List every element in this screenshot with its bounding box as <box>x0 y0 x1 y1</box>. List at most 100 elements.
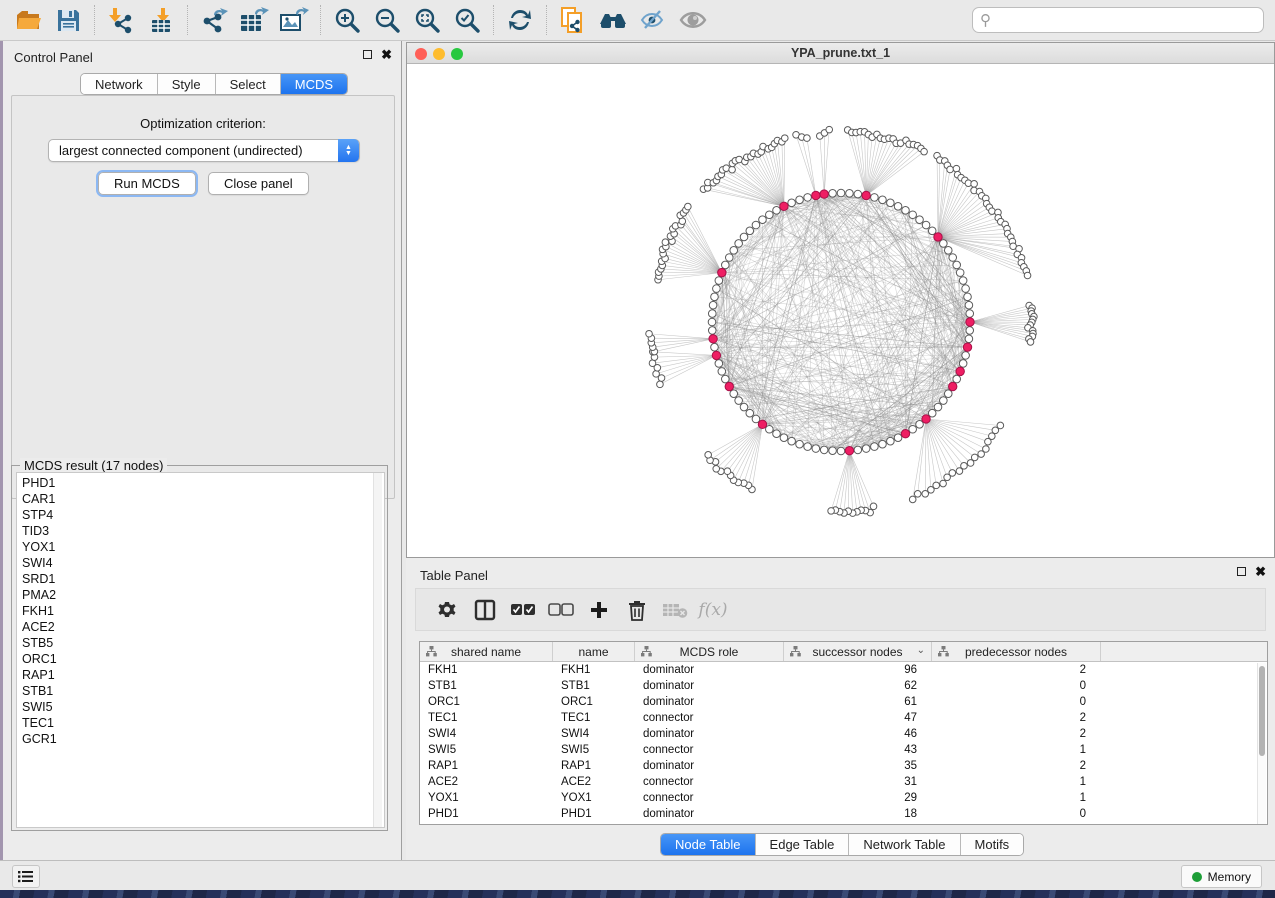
network-canvas-svg[interactable] <box>407 64 1274 557</box>
hide-graphics-icon[interactable] <box>638 5 668 35</box>
column-header-name[interactable]: name <box>553 642 635 661</box>
table-row[interactable]: YOX1YOX1connector291 <box>420 790 1267 806</box>
tab-mcds[interactable]: MCDS <box>280 74 347 94</box>
ring-node <box>715 360 723 368</box>
mcds-hub-node[interactable] <box>963 343 971 351</box>
mcds-hub-node[interactable] <box>712 351 720 359</box>
table-scrollbar[interactable] <box>1257 663 1266 824</box>
mcds-list-scrollbar[interactable] <box>373 473 382 827</box>
float-table-panel-icon[interactable] <box>1237 567 1246 576</box>
zoom-out-icon[interactable] <box>372 5 402 35</box>
tab-motifs[interactable]: Motifs <box>960 834 1024 855</box>
tab-edge-table[interactable]: Edge Table <box>755 834 849 855</box>
mcds-result-list[interactable]: PHD1CAR1STP4TID3YOX1SWI4SRD1PMA2FKH1ACE2… <box>16 472 385 828</box>
column-header-MCDS-role[interactable]: MCDS role <box>635 642 784 661</box>
mcds-result-group: MCDS result (17 nodes) PHD1CAR1STP4TID3Y… <box>11 465 388 831</box>
mcds-result-item[interactable]: PMA2 <box>22 587 384 603</box>
mcds-hub-node[interactable] <box>845 447 853 455</box>
table-row[interactable]: SWI5SWI5connector431 <box>420 742 1267 758</box>
tab-node-table[interactable]: Node Table <box>661 834 755 855</box>
table-row[interactable]: STB1STB1dominator620 <box>420 678 1267 694</box>
zoom-selected-icon[interactable] <box>452 5 482 35</box>
mcds-hub-node[interactable] <box>949 382 957 390</box>
mcds-hub-node[interactable] <box>758 420 766 428</box>
table-row[interactable]: RAP1RAP1dominator352 <box>420 758 1267 774</box>
search-objects-icon[interactable] <box>598 5 628 35</box>
zoom-fit-icon[interactable] <box>412 5 442 35</box>
mcds-hub-node[interactable] <box>956 367 964 375</box>
table-scrollbar-thumb[interactable] <box>1259 666 1265 756</box>
close-panel-icon[interactable]: ✖ <box>381 50 392 59</box>
import-network-icon[interactable] <box>106 5 136 35</box>
mcds-result-item[interactable]: SWI4 <box>22 555 384 571</box>
mcds-hub-node[interactable] <box>820 190 828 198</box>
add-column-icon[interactable] <box>586 597 612 623</box>
table-cell: STB1 <box>553 678 635 694</box>
export-network-icon[interactable] <box>199 5 229 35</box>
mcds-hub-node[interactable] <box>901 430 909 438</box>
tab-network[interactable]: Network <box>81 74 157 94</box>
mcds-hub-node[interactable] <box>934 233 942 241</box>
network-window-titlebar[interactable]: YPA_prune.txt_1 <box>407 43 1274 64</box>
export-image-icon[interactable] <box>279 5 309 35</box>
delete-column-icon[interactable] <box>624 597 650 623</box>
open-file-icon[interactable] <box>13 5 43 35</box>
mcds-hub-node[interactable] <box>725 382 733 390</box>
select-all-icon[interactable] <box>510 597 536 623</box>
close-table-panel-icon[interactable]: ✖ <box>1255 567 1266 576</box>
criterion-dropdown[interactable]: largest connected component (undirected)… <box>48 139 360 162</box>
mcds-result-item[interactable]: TEC1 <box>22 715 384 731</box>
mcds-result-item[interactable]: STB1 <box>22 683 384 699</box>
memory-button[interactable]: Memory <box>1181 865 1262 888</box>
refresh-layout-icon[interactable] <box>505 5 535 35</box>
save-session-icon[interactable] <box>53 5 83 35</box>
mcds-result-item[interactable]: YOX1 <box>22 539 384 555</box>
run-mcds-button[interactable]: Run MCDS <box>98 172 196 195</box>
mcds-result-item[interactable]: PHD1 <box>22 475 384 491</box>
table-row[interactable]: TEC1TEC1connector472 <box>420 710 1267 726</box>
table-row[interactable]: ACE2ACE2connector311 <box>420 774 1267 790</box>
share-document-icon[interactable] <box>558 5 588 35</box>
tab-select[interactable]: Select <box>215 74 280 94</box>
export-table-icon[interactable] <box>239 5 269 35</box>
mcds-result-item[interactable]: SWI5 <box>22 699 384 715</box>
table-row[interactable]: PHD1PHD1dominator180 <box>420 806 1267 822</box>
column-header-predecessor-nodes[interactable]: predecessor nodes <box>932 642 1101 661</box>
column-header-shared-name[interactable]: shared name <box>420 642 553 661</box>
mcds-result-item[interactable]: ACE2 <box>22 619 384 635</box>
node-table[interactable]: shared namenameMCDS rolesuccessor nodes⌄… <box>419 641 1268 825</box>
column-selector-icon[interactable] <box>472 597 498 623</box>
mcds-hub-node[interactable] <box>922 415 930 423</box>
tab-network-table[interactable]: Network Table <box>848 834 959 855</box>
mcds-hub-node[interactable] <box>966 318 974 326</box>
mcds-result-item[interactable]: ORC1 <box>22 651 384 667</box>
mcds-hub-node[interactable] <box>812 191 820 199</box>
mcds-result-item[interactable]: STB5 <box>22 635 384 651</box>
mcds-hub-node[interactable] <box>862 191 870 199</box>
show-graphics-icon[interactable] <box>678 5 708 35</box>
mcds-result-item[interactable]: SRD1 <box>22 571 384 587</box>
mcds-hub-node[interactable] <box>709 335 717 343</box>
mcds-result-item[interactable]: GCR1 <box>22 731 384 747</box>
zoom-in-icon[interactable] <box>332 5 362 35</box>
deselect-all-icon[interactable] <box>548 597 574 623</box>
tab-style[interactable]: Style <box>157 74 215 94</box>
mcds-hub-node[interactable] <box>780 202 788 210</box>
table-settings-icon[interactable] <box>434 597 460 623</box>
close-panel-button[interactable]: Close panel <box>208 172 309 195</box>
mcds-hub-node[interactable] <box>718 268 726 276</box>
float-panel-icon[interactable] <box>363 50 372 59</box>
mcds-result-item[interactable]: FKH1 <box>22 603 384 619</box>
task-history-button[interactable] <box>12 865 40 888</box>
mcds-result-item[interactable]: STP4 <box>22 507 384 523</box>
search-input[interactable] <box>991 10 1263 30</box>
mcds-result-item[interactable]: TID3 <box>22 523 384 539</box>
search-box[interactable]: ⚲ <box>972 7 1264 33</box>
column-header-successor-nodes[interactable]: successor nodes⌄ <box>784 642 932 661</box>
import-table-icon[interactable] <box>146 5 176 35</box>
table-row[interactable]: ORC1ORC1dominator610 <box>420 694 1267 710</box>
table-row[interactable]: FKH1FKH1dominator962 <box>420 662 1267 678</box>
table-row[interactable]: SWI4SWI4dominator462 <box>420 726 1267 742</box>
mcds-result-item[interactable]: RAP1 <box>22 667 384 683</box>
mcds-result-item[interactable]: CAR1 <box>22 491 384 507</box>
